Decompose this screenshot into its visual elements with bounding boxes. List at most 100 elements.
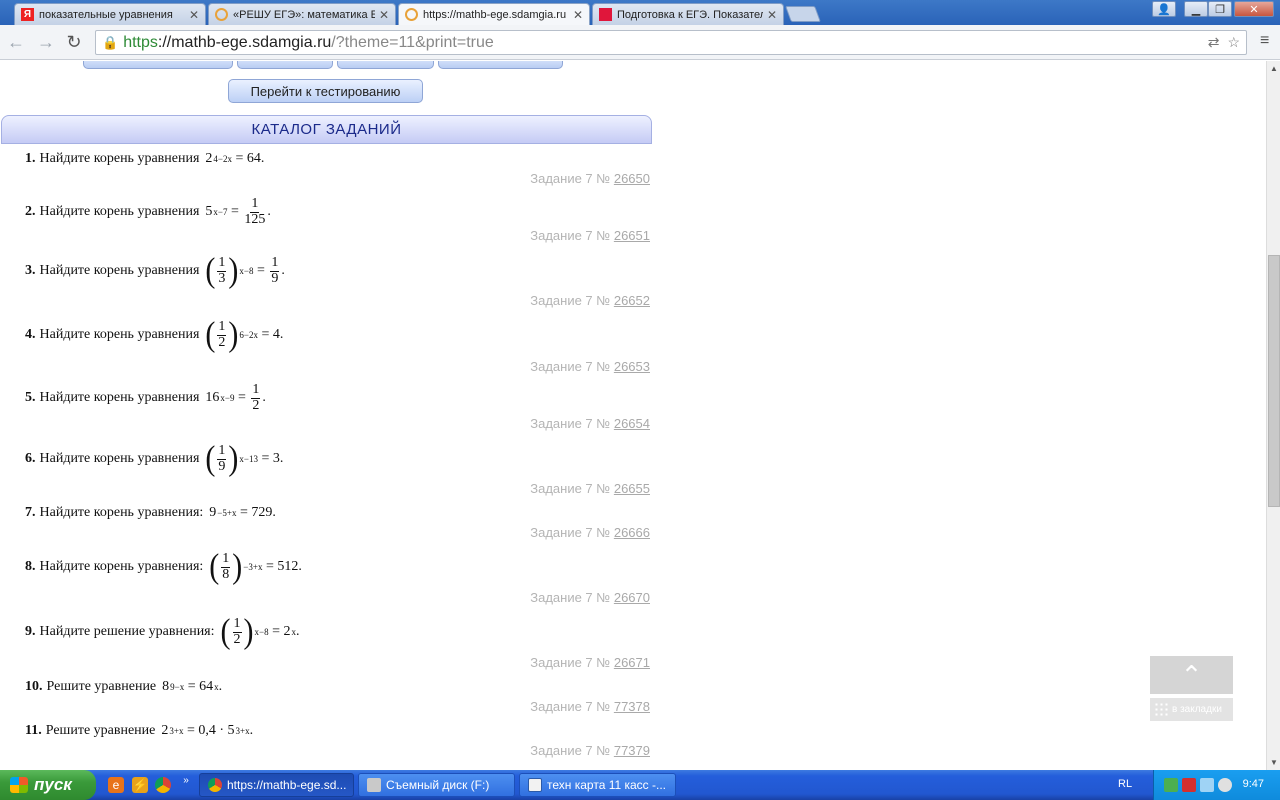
scroll-up-arrow-icon[interactable]: ▲ [1270,64,1278,73]
task-id-link[interactable]: 26666 [614,525,650,540]
task-number: 1. [25,151,36,166]
back-arrow-icon[interactable]: ← [6,32,26,52]
task-id-link[interactable]: 26654 [614,416,650,431]
taskbar: пуск e ⚡ » https://mathb-ege.sd... Съемн… [0,770,1280,800]
url-path: /?theme=11&print=true [331,33,494,51]
taskbar-item-drive[interactable]: Съемный диск (F:) [358,773,515,797]
document-icon [528,778,542,792]
close-icon[interactable]: ✕ [767,8,777,22]
task-id-link[interactable]: 26651 [614,228,650,243]
vertical-scrollbar[interactable]: ▲ ▼ [1266,61,1280,770]
quicklaunch-expand-icon[interactable]: » [178,772,194,788]
task-text: Решите уравнение [46,679,157,694]
chrome-icon[interactable] [155,777,171,793]
windows-logo-icon [10,777,28,793]
task-id-link[interactable]: 26653 [614,359,650,374]
nav-button[interactable] [337,61,434,69]
restore-button[interactable]: ❐ [1208,1,1232,17]
sdamgia-icon [405,8,418,21]
equation: (1 2) 6−2x = 4. [205,315,284,354]
nav-button[interactable] [438,61,563,69]
equation: 2 4−2x = 64. [205,151,265,166]
page-content: Перейти к тестированию КАТАЛОГ ЗАДАНИЙ 1… [0,61,1266,770]
lock-icon: 🔒 [102,34,119,50]
translate-icon[interactable]: ⇄ [1208,34,1220,51]
task-11: 11. Решите уравнение 2 3+x = 0,4 · 5 3+x. [25,723,253,739]
start-button[interactable]: пуск [0,770,96,800]
task-number: 9. [25,624,36,640]
chevron-up-icon: ⌃ [1180,659,1203,690]
task-id-link[interactable]: 77379 [614,743,650,758]
task-id-link[interactable]: 26655 [614,481,650,496]
task-id-link[interactable]: 26652 [614,293,650,308]
grid-icon [1154,702,1169,717]
task-id-link[interactable]: 26670 [614,590,650,605]
profile-icon[interactable]: 👤 [1152,1,1176,17]
taskbar-item-label: Съемный диск (F:) [386,778,490,792]
forward-arrow-icon[interactable]: → [36,32,56,52]
tab-label: https://mathb-ege.sdamgia.ru [423,8,567,21]
tab-4[interactable]: Подготовка к ЕГЭ. Показательные ✕ [592,3,784,25]
task-1: 1. Найдите корень уравнения 2 4−2x = 64. [25,151,264,167]
task-number: 2. [25,204,36,220]
task-8: 8. Найдите корень уравнения: (1 8) −3+x = … [25,549,302,584]
tab-2[interactable]: «РЕШУ ЕГЭ»: математика ЕГЭ ✕ [208,3,396,25]
star-icon[interactable]: ☆ [1227,34,1240,51]
go-to-testing-button[interactable]: Перейти к тестированию [228,79,423,103]
address-bar[interactable]: 🔒 https://mathb-ege.sdamgia.ru/?theme=11… [95,30,1247,55]
close-icon[interactable]: ✕ [379,8,389,22]
nav-button[interactable] [83,61,233,69]
url-scheme: https [123,33,158,51]
scrollbar-thumb[interactable] [1268,255,1280,507]
task-number: 3. [25,263,36,279]
add-bookmark-button[interactable]: в закладки [1150,698,1233,721]
minimize-button[interactable]: ▁ [1184,1,1208,17]
equation: 5 x−7 = 1 125. [205,196,271,227]
task-text: Найдите корень уравнения: [39,559,204,575]
tab-label: Подготовка к ЕГЭ. Показательные [617,8,763,21]
scroll-to-top-button[interactable]: ⌃ [1150,656,1233,694]
close-icon[interactable]: ✕ [573,8,583,22]
task-id-link[interactable]: 26650 [614,171,650,186]
drive-icon [367,778,381,792]
close-window-button[interactable]: ✕ [1234,1,1274,17]
bookmark-label: в закладки [1172,704,1222,715]
tab-3-active[interactable]: https://mathb-ege.sdamgia.ru ✕ [398,3,590,25]
taskbar-item-document[interactable]: техн карта 11 касс -... [519,773,676,797]
scroll-down-arrow-icon[interactable]: ▼ [1270,758,1278,767]
task-ref: Задание 7 № 26655 [530,481,650,496]
quicklaunch-app-icon[interactable]: e [108,777,124,793]
task-id-link[interactable]: 77378 [614,699,650,714]
language-indicator[interactable]: RL [1118,778,1132,790]
task-7: 7. Найдите корень уравнения: 9 −5+x = 729… [25,505,276,521]
antivirus-icon[interactable] [1182,778,1196,792]
reload-icon[interactable]: ↻ [64,32,84,52]
start-label: пуск [34,775,72,794]
new-tab-button[interactable] [785,6,821,22]
close-icon[interactable]: ✕ [189,8,199,22]
menu-icon[interactable]: ≡ [1260,33,1274,49]
tab-1[interactable]: Я показательные уравнения ✕ [14,3,206,25]
taskbar-item-browser[interactable]: https://mathb-ege.sd... [199,773,354,797]
task-text: Найдите решение уравнения: [39,624,215,640]
task-3: 3. Найдите корень уравнения (1 3) x−8 = 19… [25,253,285,288]
task-10: 10. Решите уравнение 8 9−x = 64 x. [25,679,222,695]
equation: 2 3+x = 0,4 · 5 3+x. [161,723,254,738]
task-number: 8. [25,559,36,575]
tray-app-icon[interactable] [1164,778,1178,792]
task-number: 5. [25,390,36,406]
nav-button[interactable] [237,61,333,69]
equation: 9 −5+x = 729. [209,505,276,520]
tray-app-icon[interactable] [1218,778,1232,792]
clock: 9:47 [1242,778,1264,790]
equation: 16 x−9 = 12. [205,382,266,413]
url-host: ://mathb-ege.sdamgia.ru [157,33,332,51]
task-ref: Задание 7 № 26650 [530,171,650,186]
quicklaunch-app-icon[interactable]: ⚡ [132,777,148,793]
task-ref: Задание 7 № 26651 [530,228,650,243]
red-square-icon [599,8,612,21]
volume-icon[interactable] [1200,778,1214,792]
task-ref: Задание 7 № 26670 [530,590,650,605]
task-text: Найдите корень уравнения [39,204,200,220]
task-id-link[interactable]: 26671 [614,655,650,670]
